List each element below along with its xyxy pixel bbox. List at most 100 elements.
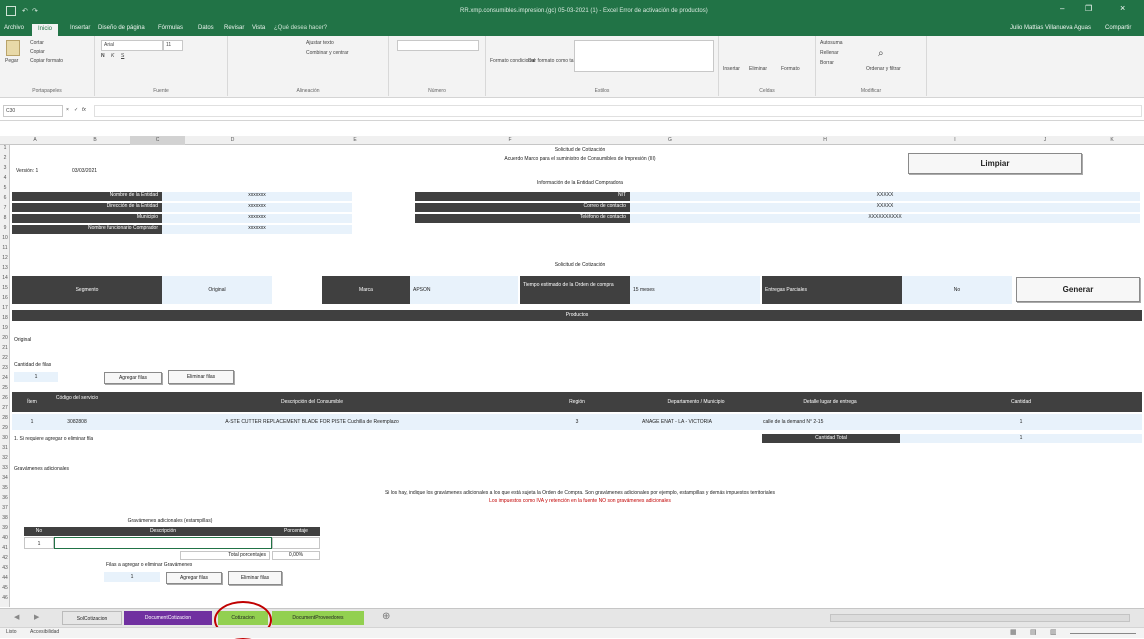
col-k[interactable]: K <box>1080 136 1144 145</box>
tab-page-layout[interactable]: Diseño de página <box>98 25 145 31</box>
tab-view[interactable]: Vista <box>252 25 265 31</box>
buyer-name-value[interactable]: xxxxxxx <box>162 225 352 234</box>
formula-input[interactable] <box>94 105 1142 117</box>
partial-deliveries-value[interactable]: No <box>902 276 1012 304</box>
page-break-icon[interactable]: ▥ <box>1050 628 1057 636</box>
row-number[interactable]: 41 <box>0 545 10 551</box>
row-number[interactable]: 37 <box>0 505 10 511</box>
nit-value[interactable]: XXXXX <box>630 192 1140 201</box>
merge-center-button[interactable]: Combinar y centrar <box>306 50 349 56</box>
cell-styles-gallery[interactable] <box>574 40 714 72</box>
row-number[interactable]: 35 <box>0 485 10 491</box>
fill-button[interactable]: Rellenar <box>820 50 839 56</box>
delete-rows-button[interactable]: Eliminar filas <box>168 370 234 384</box>
taxes-add-rows-button[interactable]: Agregar filas <box>166 572 222 584</box>
row-number[interactable]: 5 <box>0 185 10 191</box>
scroll-left-icon[interactable]: ◀ <box>14 613 19 621</box>
format-painter-button[interactable]: Copiar formato <box>30 58 63 64</box>
page-layout-icon[interactable]: ▤ <box>1030 628 1037 636</box>
enter-icon[interactable]: ✓ <box>74 107 78 113</box>
col-d[interactable]: D <box>185 136 280 145</box>
sheet-tab-documentcotizacion[interactable]: DocumentCotizacion <box>124 611 212 625</box>
number-format-select[interactable] <box>397 40 479 51</box>
row-delivery-place[interactable]: calle de la demand N° 2-15 <box>760 414 900 430</box>
segment-value[interactable]: Original <box>162 276 272 304</box>
clear-button[interactable]: Borrar <box>820 60 834 66</box>
row-number[interactable]: 34 <box>0 475 10 481</box>
col-c[interactable]: C <box>130 136 185 145</box>
italic-icon[interactable]: K <box>111 53 114 59</box>
row-number[interactable]: 8 <box>0 215 10 221</box>
tell-me-search[interactable]: ¿Qué desea hacer? <box>274 25 327 31</box>
cancel-icon[interactable]: × <box>66 107 69 113</box>
col-h[interactable]: H <box>750 136 900 145</box>
row-number[interactable]: 45 <box>0 585 10 591</box>
row-number[interactable]: 4 <box>0 175 10 181</box>
tab-file[interactable]: Archivo <box>4 25 24 31</box>
row-number[interactable]: 38 <box>0 515 10 521</box>
cut-button[interactable]: Cortar <box>30 40 44 46</box>
font-size-select[interactable]: 11 <box>163 40 183 51</box>
tab-data[interactable]: Datos <box>198 25 214 31</box>
paste-icon[interactable] <box>6 40 20 56</box>
row-number[interactable]: 40 <box>0 535 10 541</box>
zoom-slider[interactable] <box>1070 633 1136 634</box>
contact-phone-value[interactable]: XXXXXXXXXX <box>630 214 1140 223</box>
sheet-tab-documentproveedores[interactable]: DocumentProveedores <box>272 611 364 625</box>
tab-formulas[interactable]: Fórmulas <box>158 25 183 31</box>
row-number[interactable]: 28 <box>0 415 10 421</box>
col-f[interactable]: F <box>430 136 590 145</box>
row-number[interactable]: 12 <box>0 255 10 261</box>
format-table-button[interactable]: Dar formato como tabla <box>528 58 580 64</box>
add-rows-button[interactable]: Agregar filas <box>104 372 162 384</box>
row-number[interactable]: 42 <box>0 555 10 561</box>
row-number[interactable]: 17 <box>0 305 10 311</box>
col-a[interactable]: A <box>10 136 60 145</box>
row-number[interactable]: 3 <box>0 165 10 171</box>
tab-insert[interactable]: Insertar <box>70 25 90 31</box>
tab-home[interactable]: Inicio <box>32 24 59 36</box>
close-icon[interactable]: × <box>1120 3 1125 13</box>
row-number[interactable]: 15 <box>0 285 10 291</box>
time-value[interactable]: 15 meses <box>630 276 760 304</box>
row-number[interactable]: 2 <box>0 155 10 161</box>
insert-function-icon[interactable]: fx <box>82 107 86 113</box>
row-number[interactable]: 26 <box>0 395 10 401</box>
col-g[interactable]: G <box>590 136 750 145</box>
accessibility-status[interactable]: Accesibilidad <box>30 629 59 635</box>
row-number[interactable]: 31 <box>0 445 10 451</box>
row-number[interactable]: 24 <box>0 375 10 381</box>
row-number[interactable]: 43 <box>0 565 10 571</box>
insert-cells-button[interactable]: Insertar <box>723 66 740 72</box>
scroll-right-icon[interactable]: ▶ <box>34 613 39 621</box>
add-sheet-icon[interactable]: ⊕ <box>382 611 390 622</box>
row-number[interactable]: 44 <box>0 575 10 581</box>
row-number[interactable]: 6 <box>0 195 10 201</box>
col-b[interactable]: B <box>60 136 130 145</box>
row-number[interactable]: 14 <box>0 275 10 281</box>
row-number[interactable]: 21 <box>0 345 10 351</box>
row-number[interactable]: 18 <box>0 315 10 321</box>
find-icon[interactable]: ⌕ <box>878 48 884 59</box>
taxes-row-percentage[interactable] <box>272 537 320 549</box>
share-button[interactable]: Compartir <box>1105 25 1131 31</box>
format-cells-button[interactable]: Formato <box>781 66 800 72</box>
paste-button[interactable]: Pegar <box>5 58 18 64</box>
row-number[interactable]: 19 <box>0 325 10 331</box>
row-number[interactable]: 46 <box>0 595 10 601</box>
clear-sheet-button[interactable]: Limpiar <box>908 153 1082 174</box>
bold-icon[interactable]: N <box>101 53 105 59</box>
restore-icon[interactable]: ❐ <box>1085 4 1092 13</box>
redo-icon[interactable]: ↷ <box>32 7 38 15</box>
row-number[interactable]: 27 <box>0 405 10 411</box>
row-number[interactable]: 30 <box>0 435 10 441</box>
brand-value[interactable]: APSON <box>410 276 518 304</box>
row-count-input[interactable]: 1 <box>14 372 58 382</box>
row-number[interactable]: 9 <box>0 225 10 231</box>
taxes-delete-rows-button[interactable]: Eliminar filas <box>228 571 282 585</box>
minimize-icon[interactable]: – <box>1060 4 1064 13</box>
row-number[interactable]: 33 <box>0 465 10 471</box>
row-number[interactable]: 32 <box>0 455 10 461</box>
sheet-tab-solcotizacion[interactable]: SolCotizacion <box>62 611 122 625</box>
col-e[interactable]: E <box>280 136 430 145</box>
